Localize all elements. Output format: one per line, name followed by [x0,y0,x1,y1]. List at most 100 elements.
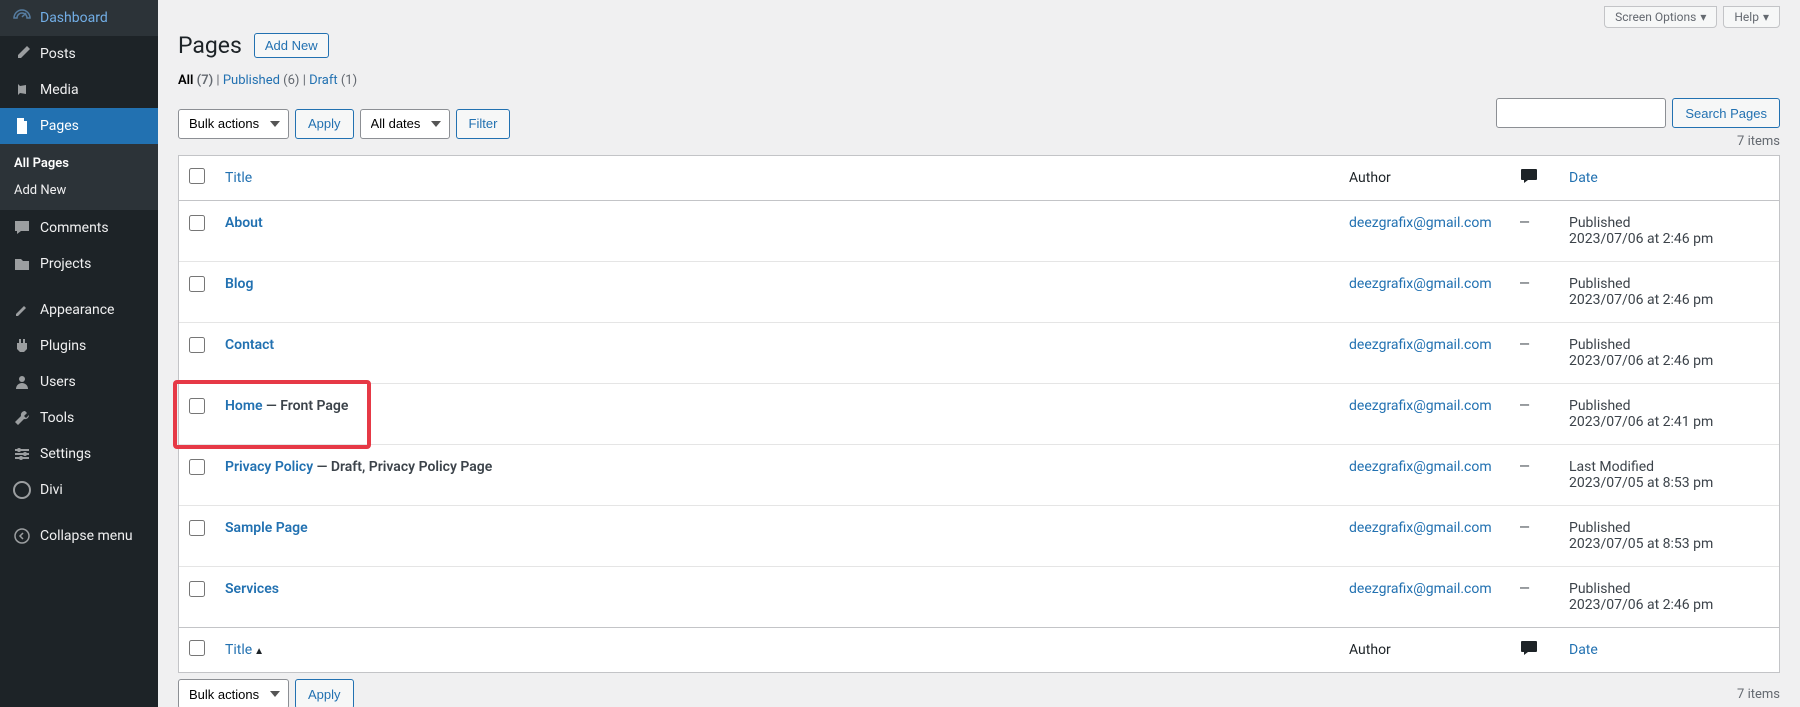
author-link[interactable]: deezgrafix@gmail.com [1349,337,1492,353]
comment-icon [1519,638,1539,656]
author-link[interactable]: deezgrafix@gmail.com [1349,520,1492,536]
col-title-header[interactable]: Title [215,156,1339,201]
sidebar-item-posts[interactable]: Posts [0,36,158,72]
date-cell: Published2023/07/06 at 2:46 pm [1559,262,1779,323]
collapse-icon [12,526,32,546]
comments-icon [12,218,32,238]
row-checkbox[interactable] [189,581,205,597]
sidebar-item-label: Divi [40,482,63,498]
caret-down-icon: ▾ [1700,10,1706,24]
row-title-link[interactable]: Home [225,398,263,414]
sidebar-item-label: Dashboard [40,10,108,26]
screen-options-button[interactable]: Screen Options▾ [1604,6,1717,28]
sidebar-item-appearance[interactable]: Appearance [0,292,158,328]
row-title-link[interactable]: About [225,215,263,231]
date-cell: Last Modified2023/07/05 at 8:53 pm [1559,445,1779,506]
col-author-footer: Author [1339,627,1509,672]
pages-table: Title Author Date About deezgrafix@gmail.… [178,155,1780,673]
apply-button-bottom[interactable]: Apply [295,679,354,707]
sidebar-item-label: Projects [40,256,91,272]
row-checkbox[interactable] [189,520,205,536]
select-all-bottom[interactable] [189,640,205,656]
add-new-button[interactable]: Add New [254,33,329,58]
select-all-top[interactable] [189,168,205,184]
sidebar-item-label: Users [40,374,76,390]
sidebar-item-pages[interactable]: Pages [0,108,158,144]
apply-button-top[interactable]: Apply [295,109,354,139]
filter-draft[interactable]: Draft [309,73,338,88]
comments-cell: — [1509,384,1559,445]
projects-icon [12,254,32,274]
comments-cell: — [1509,445,1559,506]
comments-cell: — [1509,323,1559,384]
tools-icon [12,408,32,428]
row-title-link[interactable]: Privacy Policy [225,459,313,475]
col-date-header[interactable]: Date [1559,156,1779,201]
sidebar-item-dashboard[interactable]: Dashboard [0,0,158,36]
comments-cell: — [1509,567,1559,627]
filter-published[interactable]: Published [223,73,280,88]
row-title-link[interactable]: Contact [225,337,274,353]
sidebar-item-divi[interactable]: Divi [0,472,158,508]
col-comments-footer[interactable] [1509,627,1559,672]
author-link[interactable]: deezgrafix@gmail.com [1349,276,1492,292]
subnav-item-add-new[interactable]: Add New [0,177,158,204]
admin-sidebar: Dashboard Posts Media Pages All PagesAdd New… [0,0,158,707]
sidebar-item-label: Comments [40,220,109,236]
table-row: Privacy Policy — Draft, Privacy Policy P… [179,445,1779,506]
date-cell: Published2023/07/06 at 2:41 pm [1559,384,1779,445]
sidebar-item-tools[interactable]: Tools [0,400,158,436]
table-row: Blogdeezgrafix@gmail.com—Published2023/0… [179,262,1779,323]
main-content: Screen Options▾ Help▾ Pages Add New All … [158,0,1800,707]
row-title-link[interactable]: Sample Page [225,520,308,536]
comments-cell: — [1509,506,1559,567]
row-checkbox[interactable] [189,215,205,231]
comments-cell: — [1509,201,1559,262]
sidebar-item-label: Settings [40,446,91,462]
row-checkbox[interactable] [189,459,205,475]
row-checkbox[interactable] [189,276,205,292]
table-row: Contactdeezgrafix@gmail.com—Published202… [179,323,1779,384]
status-filter-links: All (7) | Published (6) | Draft (1) [178,73,1780,88]
help-button[interactable]: Help▾ [1723,6,1780,28]
date-filter-select[interactable]: All dates [360,109,450,139]
sidebar-item-label: Posts [40,46,76,62]
appearance-icon [12,300,32,320]
row-title-link[interactable]: Blog [225,276,253,292]
filter-button[interactable]: Filter [456,109,511,139]
sidebar-item-label: Media [40,82,79,98]
date-cell: Published2023/07/06 at 2:46 pm [1559,201,1779,262]
date-cell: Published2023/07/06 at 2:46 pm [1559,567,1779,627]
author-link[interactable]: deezgrafix@gmail.com [1349,459,1492,475]
col-title-footer[interactable]: Title▲ [215,627,1339,672]
row-checkbox[interactable] [189,398,205,414]
posts-icon [12,44,32,64]
filter-all[interactable]: All (7) [178,73,213,88]
search-input[interactable] [1496,98,1666,128]
subnav-item-all-pages[interactable]: All Pages [0,150,158,177]
bulk-actions-select-top[interactable]: Bulk actions [178,109,289,139]
author-link[interactable]: deezgrafix@gmail.com [1349,581,1492,597]
users-icon [12,372,32,392]
plugins-icon [12,336,32,356]
row-checkbox[interactable] [189,337,205,353]
sidebar-item-label: Tools [40,410,74,426]
sidebar-item-comments[interactable]: Comments [0,210,158,246]
col-date-footer[interactable]: Date [1559,627,1779,672]
bulk-actions-select-bottom[interactable]: Bulk actions [178,679,289,707]
sidebar-item-collapse-menu[interactable]: Collapse menu [0,518,158,554]
post-state: — Draft, Privacy Policy Page [313,459,492,475]
sidebar-item-plugins[interactable]: Plugins [0,328,158,364]
table-row: About deezgrafix@gmail.com —Published2023/… [179,201,1779,262]
sidebar-item-projects[interactable]: Projects [0,246,158,282]
sidebar-item-settings[interactable]: Settings [0,436,158,472]
table-row: Services deezgrafix@gmail.com —Published20… [179,567,1779,627]
sidebar-item-users[interactable]: Users [0,364,158,400]
sidebar-item-label: Appearance [40,302,114,318]
row-title-link[interactable]: Services [225,581,279,597]
author-link[interactable]: deezgrafix@gmail.com [1349,215,1492,231]
search-pages-button[interactable]: Search Pages [1672,98,1780,128]
col-comments-header[interactable] [1509,156,1559,201]
author-link[interactable]: deezgrafix@gmail.com [1349,398,1492,414]
sidebar-item-media[interactable]: Media [0,72,158,108]
